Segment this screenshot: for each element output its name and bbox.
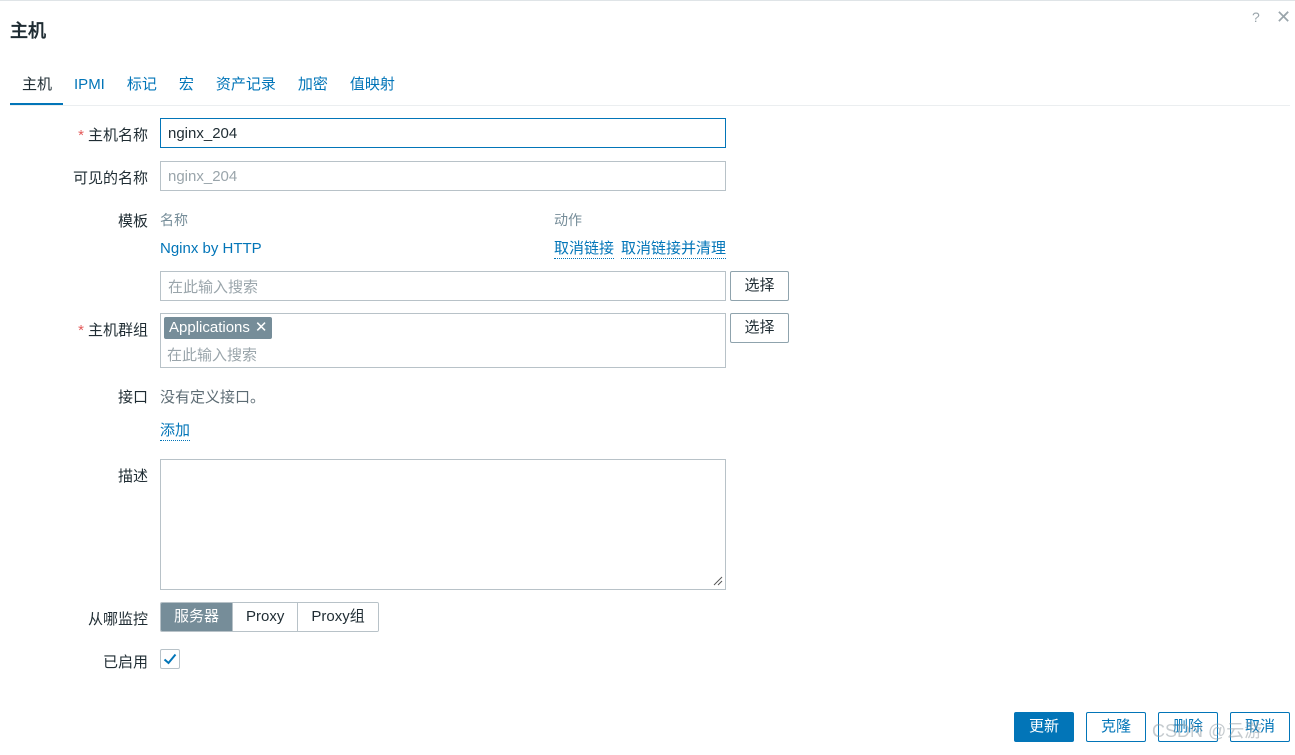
visible-name-placeholder: nginx_204 [168, 167, 238, 185]
visible-name-label: 可见的名称 [72, 170, 148, 187]
enabled-checkbox[interactable] [160, 649, 180, 669]
close-icon[interactable]: ✕ [1276, 7, 1291, 28]
clone-button[interactable]: 克隆 [1086, 712, 1146, 742]
host-name-label-text: 主机名称 [87, 127, 148, 144]
required-mark: * [78, 322, 84, 339]
required-mark: * [78, 127, 84, 144]
watermark: CSDN @云游 [1152, 721, 1263, 741]
templates-label: 模板 [117, 213, 148, 230]
monitored-by-proxy[interactable]: Proxy [232, 603, 298, 631]
host-group-chip-label: Applications [169, 319, 250, 336]
interfaces-label: 接口 [117, 389, 148, 406]
host-edit-dialog: 主机 ? ✕ 主机 IPMI 标记 宏 资产记录 加密 值映射 * 主机名称 ng… [0, 0, 1295, 755]
tab-inventory[interactable]: 资产记录 [205, 75, 287, 105]
templates-col-action: 动作 [554, 212, 582, 228]
tab-bar: 主机 IPMI 标记 宏 资产记录 加密 值映射 [10, 75, 1290, 106]
monitored-by-label: 从哪监控 [87, 611, 148, 628]
tab-value-mapping[interactable]: 值映射 [339, 75, 406, 105]
unlink-and-clear-link[interactable]: 取消链接并清理 [621, 240, 727, 259]
tab-host[interactable]: 主机 [10, 75, 64, 105]
resize-handle-icon[interactable] [713, 576, 723, 586]
host-name-value: nginx_204 [168, 124, 238, 142]
add-interface-link[interactable]: 添加 [160, 422, 191, 441]
host-groups-search-placeholder[interactable]: 在此输入搜索 [167, 344, 257, 365]
host-groups-label-text: 主机群组 [87, 322, 148, 339]
template-select-button[interactable]: 选择 [730, 271, 789, 301]
host-group-chip: Applications ✕ [164, 317, 273, 339]
description-textarea[interactable] [160, 459, 726, 590]
tab-ipmi[interactable]: IPMI [63, 75, 116, 105]
template-link-nginx[interactable]: Nginx by HTTP [160, 240, 262, 257]
monitored-by-server[interactable]: 服务器 [161, 603, 233, 631]
dialog-title: 主机 [10, 21, 46, 41]
update-button[interactable]: 更新 [1014, 712, 1074, 742]
visible-name-input[interactable]: nginx_204 [160, 161, 726, 191]
tab-tags[interactable]: 标记 [116, 75, 168, 105]
host-name-label: * 主机名称 [0, 124, 148, 145]
monitored-by-proxy-group[interactable]: Proxy组 [297, 603, 378, 631]
help-icon[interactable]: ? [1252, 9, 1260, 25]
template-search-placeholder: 在此输入搜索 [168, 278, 259, 296]
monitored-by-toggle: 服务器 Proxy Proxy组 [160, 602, 379, 632]
chip-remove-icon[interactable]: ✕ [255, 319, 268, 336]
tab-macros[interactable]: 宏 [168, 75, 205, 105]
description-label: 描述 [117, 468, 148, 485]
tab-encryption[interactable]: 加密 [287, 75, 339, 105]
host-name-input[interactable]: nginx_204 [160, 118, 726, 148]
templates-col-name: 名称 [160, 212, 188, 228]
checkmark-icon [163, 653, 177, 665]
enabled-label: 已启用 [102, 654, 148, 671]
interfaces-empty-text: 没有定义接口。 [160, 389, 266, 406]
host-groups-select-button[interactable]: 选择 [730, 313, 789, 343]
host-groups-label: * 主机群组 [0, 319, 148, 340]
template-search-input[interactable]: 在此输入搜索 [160, 271, 726, 301]
unlink-link[interactable]: 取消链接 [554, 240, 615, 259]
